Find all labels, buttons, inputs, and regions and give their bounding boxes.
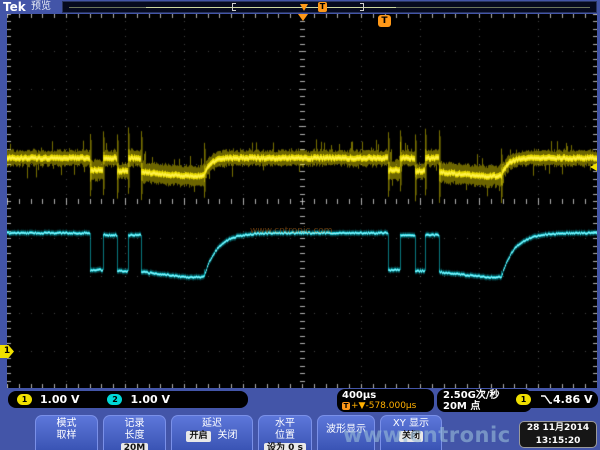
- menu-button-mode[interactable]: 模式 取样: [35, 415, 98, 450]
- trigger-readout[interactable]: 1 4.86 V: [508, 391, 598, 408]
- set-to-zero-option[interactable]: 设为 0 s: [264, 443, 306, 450]
- record-waveform-overview-line-bright: [146, 7, 396, 8]
- trigger-mini-icon: T: [342, 402, 350, 410]
- delay-readout: T +▼ -578.000µs: [342, 401, 429, 411]
- waveform-canvas: [7, 14, 597, 388]
- falling-edge-icon: [540, 394, 553, 405]
- center-watermark: www.cntronic.com: [250, 226, 333, 236]
- expansion-point-marker[interactable]: [298, 14, 308, 21]
- menu-button-record-length[interactable]: 记录 长度 20M: [103, 415, 166, 450]
- channel-scale-readout[interactable]: 1 1.00 V 2 1.00 V: [8, 391, 248, 408]
- menu-button-horizontal-position[interactable]: 水平 位置 设为 0 s: [258, 415, 312, 450]
- menu-label: 延迟: [172, 418, 252, 430]
- delay-off-option[interactable]: 关闭: [218, 430, 238, 442]
- record-view-timeline[interactable]: T: [62, 1, 597, 13]
- ch1-badge[interactable]: 1: [17, 394, 32, 405]
- acquisition-status: 预览: [31, 0, 51, 14]
- menu-label: 模式: [36, 418, 97, 430]
- tek-logo: Tek: [3, 0, 26, 14]
- horizontal-readout[interactable]: 400µs T +▼ -578.000µs: [337, 389, 434, 412]
- trigger-source-badge: 1: [516, 394, 531, 405]
- timebase-readout: 400µs: [342, 390, 429, 401]
- menu-label: 记录: [104, 418, 165, 430]
- ch2-scale: 1.00 V: [130, 393, 169, 406]
- record-length-value[interactable]: 20M: [121, 443, 148, 450]
- menu-bar: 模式 取样 记录 长度 20M 延迟 开启 关闭 水平 位置 设为 0 s 波形…: [0, 412, 600, 450]
- delay-on-option[interactable]: 开启: [186, 431, 210, 442]
- menu-label: 长度: [104, 430, 165, 442]
- ch2-badge[interactable]: 2: [107, 394, 122, 405]
- window-start-bracket[interactable]: [232, 3, 236, 11]
- menu-button-delay[interactable]: 延迟 开启 关闭: [171, 415, 253, 450]
- trigger-level-readout: 4.86 V: [553, 393, 592, 406]
- bottom-watermark: www.cntronic: [343, 423, 511, 447]
- readout-row: 1 1.00 V 2 1.00 V 400µs T +▼ -578.000µs …: [0, 388, 600, 412]
- top-bar: Tek 预览 T: [0, 0, 600, 14]
- oscilloscope-ui: Tek 预览 T T 1 www.cntronic.com 1 1.00 V 2…: [0, 0, 600, 450]
- trigger-position-badge[interactable]: T: [378, 15, 391, 27]
- delay-value: -578.000µs: [365, 401, 416, 411]
- time-value: 13:15:20: [520, 435, 596, 448]
- ch1-scale: 1.00 V: [40, 393, 79, 406]
- trigger-level-arrow[interactable]: [590, 163, 597, 171]
- trigger-position-icon[interactable]: T: [318, 2, 327, 12]
- window-end-bracket[interactable]: [360, 3, 364, 11]
- menu-label: 水平: [259, 418, 311, 430]
- date-value: 28 11月2014: [520, 422, 596, 435]
- delay-prefix: +▼: [351, 401, 365, 411]
- datetime-display: 28 11月2014 13:15:20: [519, 421, 597, 448]
- menu-label: 位置: [259, 430, 311, 442]
- graticule-area[interactable]: T 1 www.cntronic.com: [7, 14, 597, 388]
- menu-label: 取样: [36, 430, 97, 442]
- expansion-point-icon[interactable]: [300, 4, 308, 11]
